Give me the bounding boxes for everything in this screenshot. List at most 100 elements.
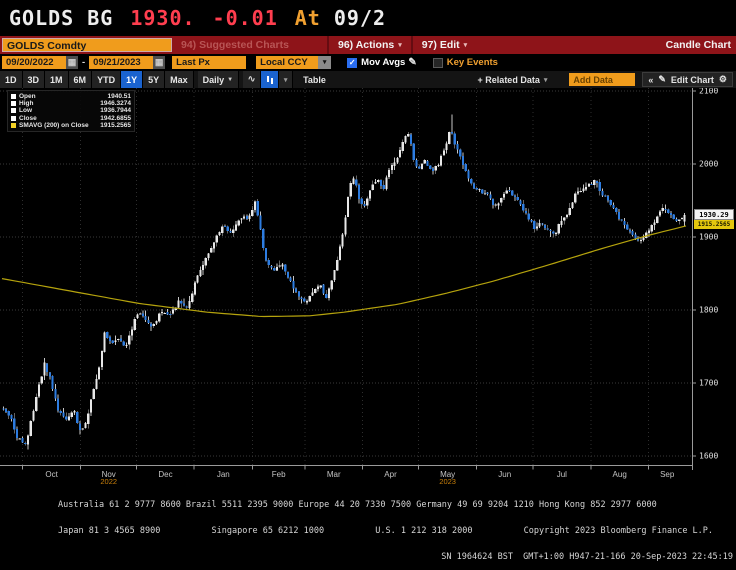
y-axis-tick: 1900 — [699, 233, 718, 242]
related-data-button[interactable]: + Related Data ▾ — [478, 75, 548, 85]
footer-session-info: SN 1964624 BST GMT+1:00 H947-21-166 20-S… — [441, 551, 733, 562]
caret-down-icon: ▾ — [398, 42, 402, 49]
legend-label: SMAVG (200) on Close — [19, 121, 89, 129]
legend-label: Open — [19, 93, 36, 101]
range-button-max[interactable]: Max — [165, 71, 194, 88]
legend-item[interactable]: SMAVG (200) on Close 1915.2565 — [11, 122, 131, 129]
currency-select[interactable]: Local CCY — [256, 56, 319, 69]
range-button-3d[interactable]: 3D — [22, 71, 46, 88]
chart-toolbar: 1D 3D 1M 6M YTD 1Y 5Y Max Daily ▼ ∿ ▾ Table + R… — [0, 71, 736, 88]
period-select[interactable]: Daily ▼ — [197, 71, 240, 88]
price-field-input[interactable]: Last Px — [172, 56, 247, 69]
calendar-icon[interactable]: ▦ — [153, 56, 166, 69]
line-chart-type-button[interactable]: ∿ — [243, 71, 262, 88]
caret-down-icon: ▾ — [283, 76, 288, 84]
x-axis-month-label: Jul — [557, 470, 567, 479]
collapse-icon[interactable]: « — [648, 75, 653, 85]
legend-value: 1940.51 — [107, 93, 132, 101]
toolbar-right: + Related Data ▾ « ✎ Edit Chart ⚙ — [478, 72, 733, 87]
legend-swatch — [11, 101, 16, 107]
x-axis-year-label: 2023 — [439, 477, 456, 484]
suggested-charts-menu[interactable]: 94) Suggested Charts — [181, 39, 327, 51]
range-button-1y[interactable]: 1Y — [121, 71, 144, 88]
x-axis-month-label: Apr — [384, 470, 397, 479]
gear-icon[interactable]: ⚙ — [719, 74, 727, 85]
range-button-ytd[interactable]: YTD — [92, 71, 122, 88]
caret-down-icon: ▾ — [543, 76, 548, 84]
related-data-label: + Related Data — [477, 74, 540, 85]
key-events-label: Key Events — [446, 57, 498, 68]
caret-down-icon: ▾ — [463, 42, 468, 49]
legend-value: 1942.6855 — [100, 114, 131, 122]
actions-label: 96) Actions — [338, 39, 395, 51]
x-axis-month-label: Dec — [158, 470, 172, 479]
edit-chart-button[interactable]: Edit Chart — [671, 75, 714, 85]
trade-date: 09/2 — [333, 6, 387, 30]
calendar-icon[interactable]: ▦ — [66, 56, 78, 69]
x-axis-month-label: Aug — [613, 470, 627, 479]
candle-chart-icon — [266, 75, 274, 85]
legend-label: Close — [19, 114, 37, 122]
legend-item[interactable]: Close 1942.6855 — [11, 115, 131, 122]
caret-down-icon: ▼ — [227, 76, 234, 83]
legend-value: 1915.2565 — [100, 121, 131, 129]
last-trade-price: 1930. — [130, 6, 196, 30]
y-axis-tick: 1600 — [699, 452, 718, 461]
pencil-icon[interactable]: ✎ — [408, 57, 416, 68]
edit-label: 97) Edit — [421, 39, 460, 51]
legend-item[interactable]: High 1946.3274 — [11, 100, 131, 107]
edit-menu[interactable]: 97) Edit ▾ — [410, 36, 476, 54]
chart-type-label: Candle Chart — [665, 39, 731, 51]
candle-chart-type-button[interactable] — [261, 71, 280, 88]
legend-value: 1946.3274 — [100, 100, 131, 108]
price-chart[interactable]: 210020001900180017001600Oct Nov Dec Jan Feb M… — [0, 88, 736, 484]
key-events-checkbox[interactable] — [432, 57, 443, 68]
title-bar: GOLDS BG 1930. -0.01 At 09/2 — [0, 0, 736, 36]
legend-swatch — [11, 108, 16, 114]
x-axis-month-label: Jan — [217, 470, 230, 479]
end-date-input[interactable]: 09/21/2023 — [89, 56, 154, 69]
menu-bar: GOLDS Comdty 94) Suggested Charts 96) Ac… — [0, 36, 736, 54]
legend-label: Low — [19, 107, 32, 115]
x-axis-month-label: Mar — [327, 470, 341, 479]
footer-phone-line-1: Australia 61 2 9777 8600 Brazil 5511 239… — [58, 500, 657, 511]
add-data-input[interactable] — [569, 73, 636, 86]
at-label: At — [294, 6, 321, 30]
x-axis-year-label: 2022 — [100, 477, 117, 484]
table-button[interactable]: Table — [303, 75, 326, 85]
terminal-footer: Australia 61 2 9777 8600 Brazil 5511 239… — [0, 484, 736, 570]
pencil-icon: ✎ — [658, 74, 666, 84]
y-axis-tick: 2000 — [699, 160, 718, 169]
start-date-input[interactable]: 09/20/2022 — [2, 56, 66, 69]
legend-swatch — [11, 115, 16, 121]
caret-down-icon[interactable]: ▾ — [318, 56, 332, 69]
range-button-6m[interactable]: 6M — [68, 71, 93, 88]
range-buttons: 1D 3D 1M 6M YTD 1Y 5Y Max — [0, 71, 194, 88]
mov-avgs-checkbox[interactable]: ✓ — [347, 57, 358, 68]
legend-swatch — [11, 94, 16, 100]
security-input[interactable]: GOLDS Comdty — [2, 38, 172, 52]
y-axis-tick: 1700 — [699, 379, 718, 388]
date-range-separator: - — [82, 57, 86, 68]
x-axis-month-label: Sep — [660, 470, 675, 479]
x-axis-month-label: Feb — [272, 470, 286, 479]
footer-phone-line-2: Japan 81 3 4565 8900 Singapore 65 6212 1… — [58, 525, 714, 536]
chart-legend[interactable]: Open 1940.51 High 1946.3274 Low 1936.7944 Clos… — [7, 90, 135, 132]
legend-swatch — [11, 122, 16, 128]
actions-menu[interactable]: 96) Actions ▾ — [327, 36, 411, 54]
settings-bar: 09/20/2022 ▦ - 09/21/2023 ▦ Last Px Loca… — [0, 54, 736, 71]
y-axis-tick: 2100 — [699, 88, 718, 96]
check-icon: ✓ — [348, 57, 356, 67]
range-button-1d[interactable]: 1D — [0, 71, 23, 88]
chart-area: 2100 2000 1900 1800 1700 1600 Oct Nov Dec Jan Feb M… — [0, 88, 736, 484]
legend-item[interactable]: Low 1936.7944 — [11, 107, 131, 114]
smavg-axis-label: 1915.2565 — [694, 220, 734, 229]
range-button-5y[interactable]: 5Y — [143, 71, 166, 88]
x-axis-month-label: Oct — [45, 470, 58, 479]
edit-chart-group: « ✎ Edit Chart ⚙ — [642, 72, 733, 87]
y-axis-tick: 1800 — [699, 306, 718, 315]
period-label: Daily — [202, 74, 225, 85]
chart-type-caret-button[interactable]: ▾ — [279, 71, 294, 88]
legend-item[interactable]: Open 1940.51 — [11, 93, 131, 100]
range-button-1m[interactable]: 1M — [45, 71, 69, 88]
